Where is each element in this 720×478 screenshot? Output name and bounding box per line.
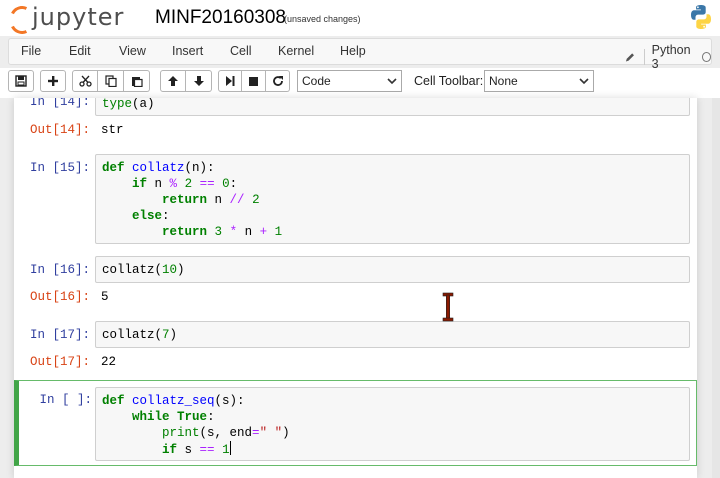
code-input-area[interactable]: def collatz(n): if n % 2 == 0: return n … — [95, 154, 690, 244]
text-cursor — [229, 441, 231, 455]
cell-output: str — [101, 123, 124, 137]
chevron-down-icon — [579, 78, 589, 85]
insert-cell-button[interactable] — [40, 70, 66, 92]
notebook-name[interactable]: MINF20160308 — [155, 7, 286, 29]
code-text: type(a) — [102, 98, 155, 111]
jupyter-ring-icon — [6, 2, 38, 38]
code-text: def collatz(n): if n % 2 == 0: return n … — [102, 161, 283, 239]
kernel-indicator: Python 3 — [625, 43, 711, 71]
arrow-down-icon — [193, 76, 204, 86]
code-input-area[interactable]: type(a) — [95, 98, 690, 116]
copy-icon — [104, 75, 117, 87]
move-up-button[interactable] — [160, 70, 186, 92]
cell-out-prompt: Out[16]: — [29, 290, 90, 304]
plus-icon — [48, 76, 58, 86]
save-status: (unsaved changes) — [284, 14, 361, 24]
menu-kernel[interactable]: Kernel — [278, 44, 314, 58]
save-button[interactable] — [8, 70, 34, 92]
cell-toolbar-label: Cell Toolbar: — [414, 74, 484, 88]
header: jupyter MINF20160308 (unsaved changes) — [0, 0, 720, 38]
arrow-up-icon — [168, 76, 178, 86]
jupyter-brand-text: jupyter — [32, 3, 125, 31]
cut-button[interactable] — [72, 70, 98, 92]
code-text: collatz(10) — [102, 263, 185, 277]
paste-icon — [131, 77, 143, 87]
cell-output: 22 — [101, 355, 117, 369]
code-input-area[interactable]: collatz(7) — [95, 321, 690, 348]
cell-type-value: Code — [302, 74, 331, 88]
page-scrollbar[interactable] — [712, 98, 720, 478]
menu-file[interactable]: File — [21, 44, 41, 58]
menu-edit[interactable]: Edit — [69, 44, 91, 58]
cell-out-prompt: Out[14]: — [29, 123, 90, 137]
menubar-separator — [643, 49, 645, 65]
code-input-area[interactable]: collatz(10) — [95, 256, 690, 283]
cell-type-select[interactable]: Code — [297, 70, 402, 92]
kernel-name: Python 3 — [651, 43, 691, 71]
save-icon — [15, 75, 27, 87]
python-logo-icon — [691, 5, 711, 29]
code-text: collatz(7) — [102, 328, 178, 342]
notebook-container: In [14]: type(a) Out[14]: str In [15]: d… — [14, 98, 697, 478]
menubar: File Edit View Insert Cell Kernel Help P… — [8, 38, 712, 71]
cell-in-prompt: In [17]: — [29, 328, 90, 342]
scissors-icon — [78, 75, 92, 87]
step-forward-icon — [226, 76, 235, 86]
ibeam-cursor-icon — [442, 292, 454, 322]
cell-in-prompt: In [16]: — [29, 263, 90, 277]
restart-button[interactable] — [266, 70, 290, 92]
copy-button[interactable] — [98, 70, 124, 92]
cell-in-prompt: In [ ]: — [39, 393, 92, 407]
menu-cell[interactable]: Cell — [230, 44, 252, 58]
jupyter-logo[interactable]: jupyter — [6, 2, 148, 38]
menu-view[interactable]: View — [119, 44, 146, 58]
menu-insert[interactable]: Insert — [172, 44, 203, 58]
cell-in-prompt: In [15]: — [29, 161, 90, 175]
cell-toolbar-select[interactable]: None — [484, 70, 594, 92]
toolbar: Code Cell Toolbar: None — [0, 68, 720, 98]
move-down-button[interactable] — [186, 70, 212, 92]
edit-mode-pencil-icon — [625, 53, 634, 62]
stop-icon — [249, 76, 258, 86]
paste-button[interactable] — [124, 70, 150, 92]
interrupt-button[interactable] — [242, 70, 266, 92]
menu-help[interactable]: Help — [340, 44, 366, 58]
cell-in-prompt: In [14]: — [29, 98, 90, 109]
code-input-area[interactable]: def collatz_seq(s): while True: print(s,… — [95, 387, 690, 461]
cell-toolbar-value: None — [489, 74, 518, 88]
refresh-icon — [272, 76, 283, 86]
kernel-idle-icon — [701, 52, 711, 62]
code-text: def collatz_seq(s): while True: print(s,… — [102, 394, 290, 457]
cell-out-prompt: Out[17]: — [29, 355, 90, 369]
chevron-down-icon — [387, 78, 397, 85]
cell-output: 5 — [101, 290, 109, 304]
run-button[interactable] — [218, 70, 242, 92]
